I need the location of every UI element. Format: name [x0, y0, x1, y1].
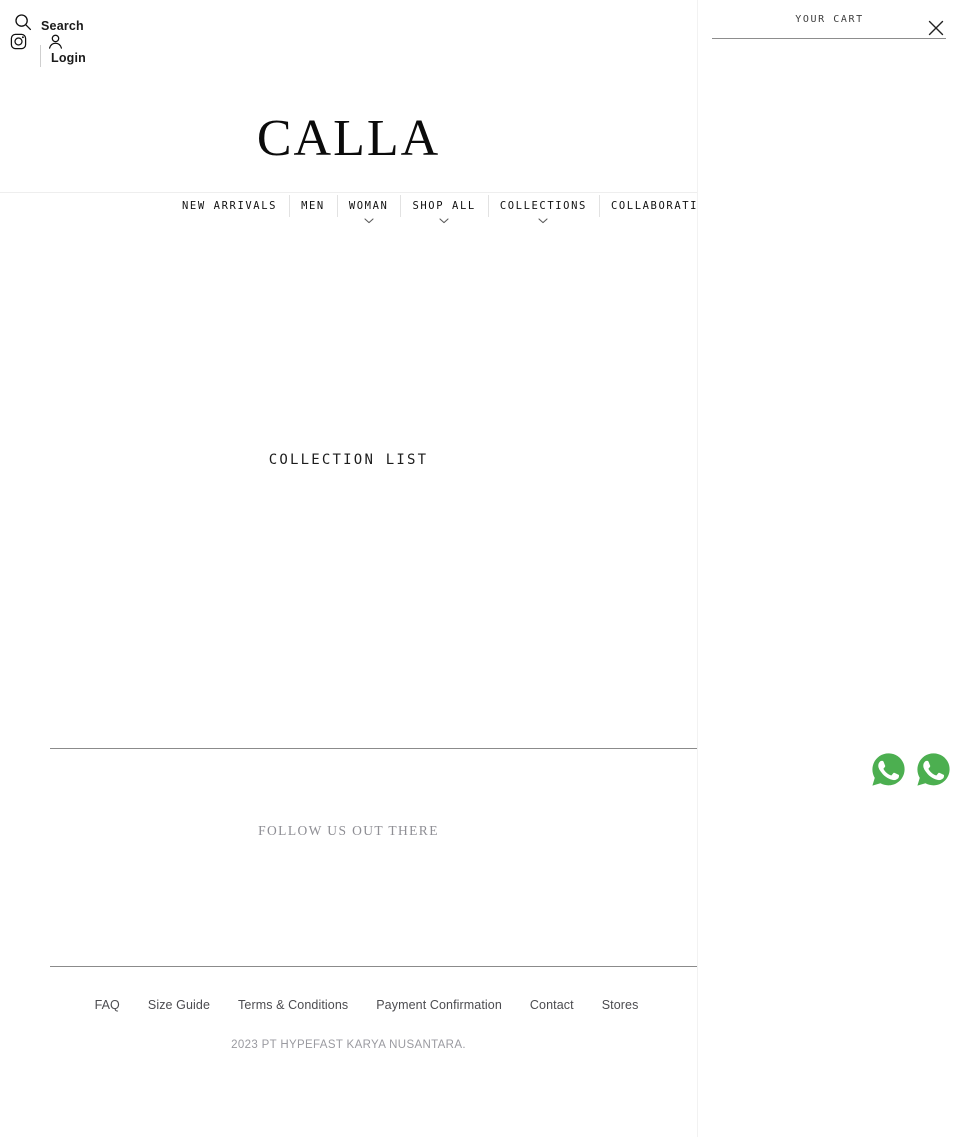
- cart-panel: YOUR CART: [697, 0, 960, 1137]
- nav-item-new-arrivals[interactable]: NEW ARRIVALS: [170, 193, 289, 235]
- chevron-down-icon[interactable]: [439, 217, 449, 225]
- follow-us-heading: FOLLOW US OUT THERE: [258, 823, 439, 838]
- utility-bar: Search Login: [0, 0, 697, 80]
- footer-link-stores[interactable]: Stores: [602, 996, 639, 1014]
- nav-label: WOMAN: [348, 200, 389, 212]
- brand-logo[interactable]: CALLA: [0, 108, 697, 170]
- nav-item-collaboration[interactable]: COLLABORATI: [598, 193, 697, 235]
- login-divider: [40, 45, 41, 67]
- chevron-down-icon[interactable]: [364, 217, 374, 225]
- nav-label: SHOP ALL: [412, 200, 476, 212]
- main-navigation: NEW ARRIVALS MEN WOMAN SHOP ALL COLLECTI…: [0, 192, 697, 234]
- account-icon[interactable]: [47, 33, 64, 50]
- instagram-icon[interactable]: [10, 33, 27, 50]
- nav-label: MEN: [301, 200, 325, 212]
- nav-label: COLLABORATI: [610, 200, 697, 212]
- footer-link-faq[interactable]: FAQ: [95, 996, 120, 1014]
- whatsapp-icon[interactable]: [870, 751, 907, 788]
- footer-link-payment-confirmation[interactable]: Payment Confirmation: [376, 996, 502, 1014]
- footer-link-size-guide[interactable]: Size Guide: [148, 996, 210, 1014]
- search-icon[interactable]: [14, 13, 32, 31]
- footer-copyright: 2023 PT HYPEFAST KARYA NUSANTARA.: [231, 1039, 466, 1051]
- collection-list-heading: COLLECTION LIST: [268, 452, 429, 468]
- section-divider-bottom: [50, 966, 697, 967]
- close-icon[interactable]: [926, 18, 946, 38]
- section-divider-top: [50, 748, 697, 749]
- nav-item-shop-all[interactable]: SHOP ALL: [400, 193, 487, 235]
- page-root: Search Login CALLA NEW ARRIVALS MEN WOMA…: [0, 0, 960, 1137]
- nav-item-collections[interactable]: COLLECTIONS: [487, 193, 599, 235]
- search-label[interactable]: Search: [41, 19, 84, 33]
- nav-item-woman[interactable]: WOMAN: [336, 193, 401, 235]
- nav-label: COLLECTIONS: [499, 200, 587, 212]
- footer-link-terms-conditions[interactable]: Terms & Conditions: [238, 996, 348, 1014]
- footer-link-contact[interactable]: Contact: [530, 996, 574, 1014]
- cart-divider: [712, 38, 946, 39]
- cart-title: YOUR CART: [795, 14, 864, 25]
- chevron-down-icon[interactable]: [538, 217, 548, 225]
- login-label[interactable]: Login: [51, 51, 86, 65]
- nav-item-men[interactable]: MEN: [289, 193, 337, 235]
- store-content-region: Search Login CALLA NEW ARRIVALS MEN WOMA…: [0, 0, 697, 1137]
- whatsapp-icon[interactable]: [915, 751, 952, 788]
- nav-label: NEW ARRIVALS: [182, 200, 278, 212]
- footer-links: FAQ Size Guide Terms & Conditions Paymen…: [0, 996, 697, 1014]
